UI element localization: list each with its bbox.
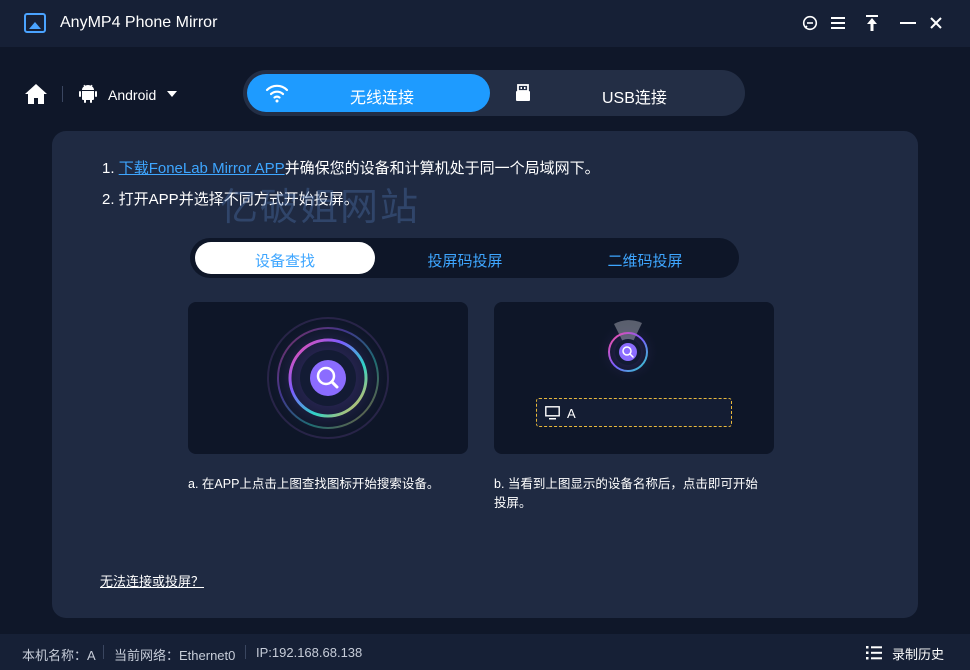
instruction-step-2: 2. 打开APP并选择不同方式开始投屏。	[102, 191, 359, 208]
divider	[103, 645, 104, 659]
caption-search: a. 在APP上点击上图查找图标开始搜索设备。	[188, 477, 440, 491]
radar-search-icon	[266, 316, 390, 440]
tab-qr-code[interactable]: 二维码投屏	[555, 242, 735, 274]
connection-help-link[interactable]: 无法连接或投屏？	[100, 571, 204, 590]
title-bar: AnyMP4 Phone Mirror	[0, 0, 970, 47]
caption-device-found-1: b. 当看到上图显示的设备名称后，点击即可开始	[494, 477, 758, 491]
discovered-device-item[interactable]: A	[536, 398, 732, 427]
tab-device-search-label: 设备查找	[254, 253, 315, 270]
tab-usb-label: USB连接	[602, 90, 667, 107]
usb-icon	[516, 84, 530, 101]
close-icon[interactable]	[927, 14, 945, 32]
current-network: 当前网络：Ethernet0	[114, 648, 236, 663]
status-bar: 本机名称：A 当前网络：Ethernet0 IP:192.168.68.138 …	[0, 634, 970, 670]
android-icon	[79, 84, 99, 104]
menu-icon[interactable]	[829, 14, 847, 32]
minimize-icon[interactable]	[899, 14, 917, 32]
tab-wireless-label: 无线连接	[350, 90, 415, 107]
tab-usb[interactable]: USB连接	[494, 74, 741, 112]
discovered-device-name: A	[567, 406, 576, 421]
instruction-step-1: 1. 下载FoneLab Mirror APP并确保您的设备和计算机处于同一个局…	[102, 157, 600, 178]
home-icon[interactable]	[24, 83, 48, 105]
pin-icon[interactable]	[863, 14, 881, 32]
chevron-down-icon	[167, 91, 177, 97]
download-app-link[interactable]: 下载FoneLab Mirror APP	[119, 160, 285, 177]
app-logo-icon	[24, 13, 46, 33]
ip-address: IP:192.168.68.138	[256, 645, 363, 660]
list-icon	[866, 646, 882, 660]
tab-cast-code-label: 投屏码投屏	[427, 253, 503, 270]
local-device-name: 本机名称：A	[22, 648, 96, 663]
search-illustration-card	[188, 302, 468, 454]
feedback-icon[interactable]	[801, 14, 819, 32]
device-type-label: Android	[108, 87, 157, 103]
monitor-icon	[545, 406, 560, 420]
divider	[62, 86, 63, 102]
tab-cast-code[interactable]: 投屏码投屏	[375, 242, 555, 274]
caption-device-found-2: 投屏。	[494, 496, 532, 510]
device-found-card	[494, 302, 774, 454]
tab-qr-code-label: 二维码投屏	[607, 253, 683, 270]
mode-tabs: 设备查找 投屏码投屏 二维码投屏	[190, 238, 739, 278]
recording-history-label: 录制历史	[892, 647, 945, 662]
step-1-text: 并确保您的设备和计算机处于同一个局域网下。	[284, 160, 600, 177]
tab-wireless[interactable]: 无线连接	[247, 74, 490, 112]
step-1-prefix: 1.	[102, 160, 119, 177]
radar-mini-icon	[596, 320, 660, 384]
divider	[245, 645, 246, 659]
wifi-icon	[265, 84, 289, 103]
connection-tabs: 无线连接 USB连接	[243, 70, 745, 116]
tab-device-search[interactable]: 设备查找	[195, 242, 375, 274]
app-title: AnyMP4 Phone Mirror	[60, 14, 218, 31]
